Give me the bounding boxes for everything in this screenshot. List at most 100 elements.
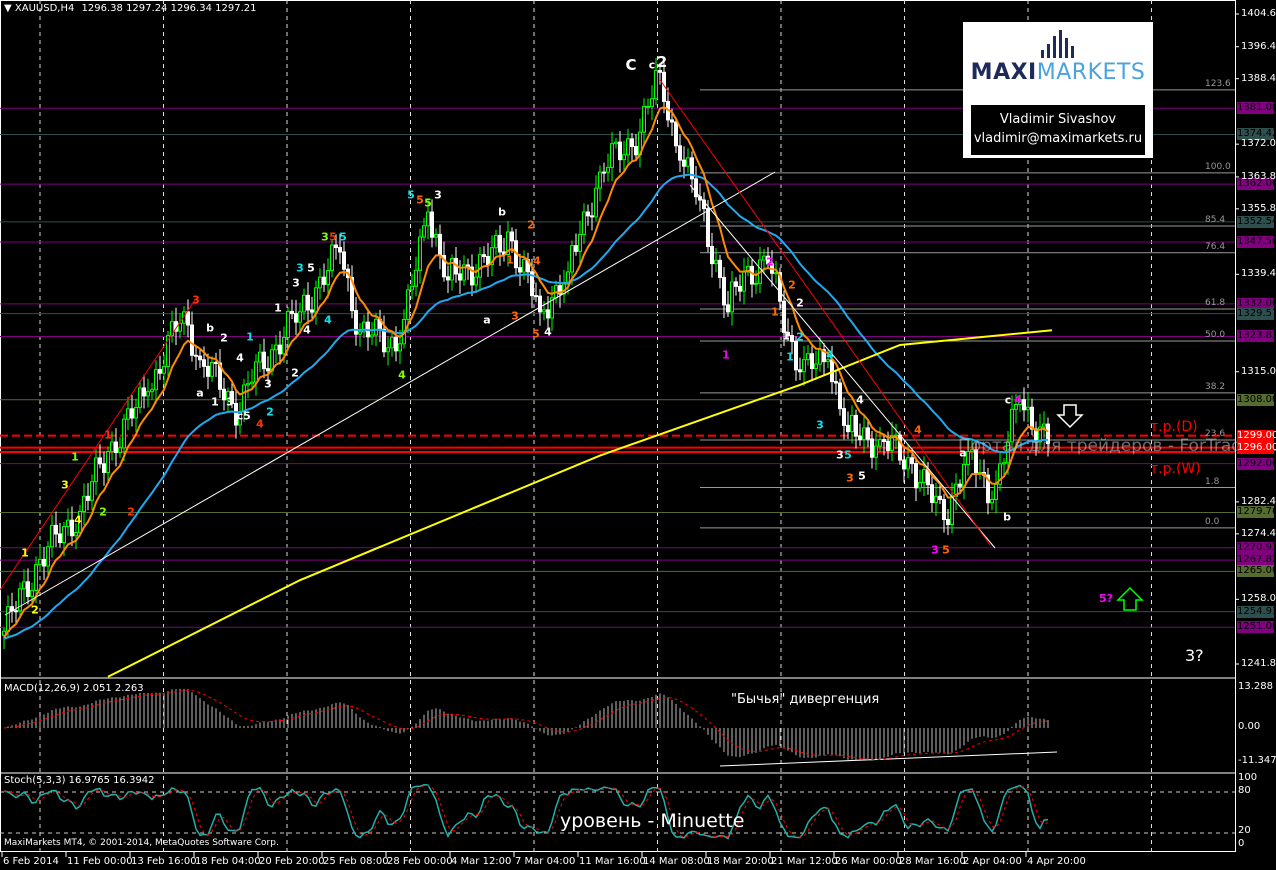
fibo-label: 61.8 [1205,298,1226,309]
candle [482,254,486,258]
candle [750,265,754,285]
candle [370,334,374,338]
candle [670,119,674,123]
wave-label: 4 [914,423,922,437]
candle [62,526,66,544]
wave-label: 3 [836,448,844,462]
wave-label: 3 [296,261,304,275]
candle [142,387,146,397]
candle [994,483,998,501]
candle [250,381,254,385]
wave-label: b [498,205,506,219]
wave-label: 1 [274,301,282,315]
wave-label: 5 [942,543,950,557]
level-label: 1299.00 [1237,429,1276,442]
level-label: 1381.00 [1237,102,1276,115]
wave-label: 4 [544,325,552,339]
wave-label: 5 [844,448,852,462]
price-tick-label: 1274.40 [1241,527,1276,539]
candle [330,244,334,271]
candle [114,441,118,454]
wave-label: 1 [21,546,29,560]
price-tick-label: 1372.00 [1241,138,1276,150]
candle [798,369,802,373]
candle [582,211,586,235]
fibo-label: 85.4 [1205,215,1226,225]
candle [242,384,246,413]
wave-label: 2 [31,603,39,617]
wave-label: 2 [266,405,274,419]
time-tick-label: 26 Mar 00:00 [835,856,902,867]
time-tick-label: 11 Feb 00:00 [67,856,133,867]
candle [398,343,402,352]
candle [406,289,410,320]
candle [326,269,330,285]
copyright: MaxiMarkets MT4, © 2001-2014, MetaQuotes… [4,838,279,848]
candle [714,259,718,265]
trendline [659,79,991,546]
time-tick-label: 7 Mar 04:00 [515,856,576,867]
level-label: 1347.50 [1237,235,1276,248]
candle [930,484,934,503]
stoch-signal-line [3,784,1049,838]
candle [278,344,282,355]
wave-label: 5 [407,188,415,202]
time-tick-label: 2 Apr 04:00 [963,856,1022,867]
divergence-label: "Бычья" дивергенция [731,692,880,707]
candle [394,336,398,352]
candle [42,558,46,567]
candle [594,187,598,218]
wave-label: 2 [127,505,135,519]
price-tick-label: 1282.40 [1241,495,1276,507]
wave-label: 4 [856,393,864,407]
candle [138,387,142,408]
level-label: 1323.83 [1237,330,1276,343]
wave-label: 3 [264,377,272,391]
candle [950,495,954,526]
candle [358,331,362,335]
price-tick-label: 1241.80 [1241,658,1276,669]
candle [850,414,854,433]
candle [266,368,270,372]
up-arrow-icon [1116,586,1144,611]
candle [30,589,34,597]
candle [734,281,738,287]
candle [618,141,622,161]
price-tick-label: 1404.60 [1241,8,1276,19]
wave-label: 4 [236,351,244,365]
fibo-label: 0.0 [1205,516,1220,527]
candle [290,310,294,315]
candle [874,445,878,458]
wave-label: 5 [339,230,347,244]
candle [938,495,942,501]
candle [94,457,98,483]
wave-label: 4 [1014,393,1022,407]
time-tick-label: 11 Mar 16:00 [579,856,646,867]
ohlc-values: 1296.38 1297.24 1296.34 1297.21 [81,3,257,14]
candle [990,499,994,504]
candle [686,157,690,167]
candle [282,336,286,355]
macd-signal-line [3,689,1049,760]
wave-label: 2 [656,53,668,71]
collapse-triangle-icon[interactable]: ▼ [4,3,12,14]
candle [586,211,590,217]
candle [22,581,26,590]
candle [334,244,338,249]
candle [910,457,914,465]
candle [338,247,342,253]
candle [422,225,426,238]
down-arrow-icon [1056,404,1084,429]
candle [902,459,906,470]
candle [834,381,838,384]
stoch-main-line [3,784,1049,840]
logo-bars-icon [1041,30,1074,58]
candle [590,215,594,218]
candle [802,359,806,373]
wave-label: 2 [788,278,796,292]
stoch-tick-label: 80 [1238,785,1251,797]
candle [38,558,42,566]
logo-brand: MAXIMARKETS [963,60,1153,85]
candle [710,246,714,265]
wave-label: 3 [226,395,234,409]
